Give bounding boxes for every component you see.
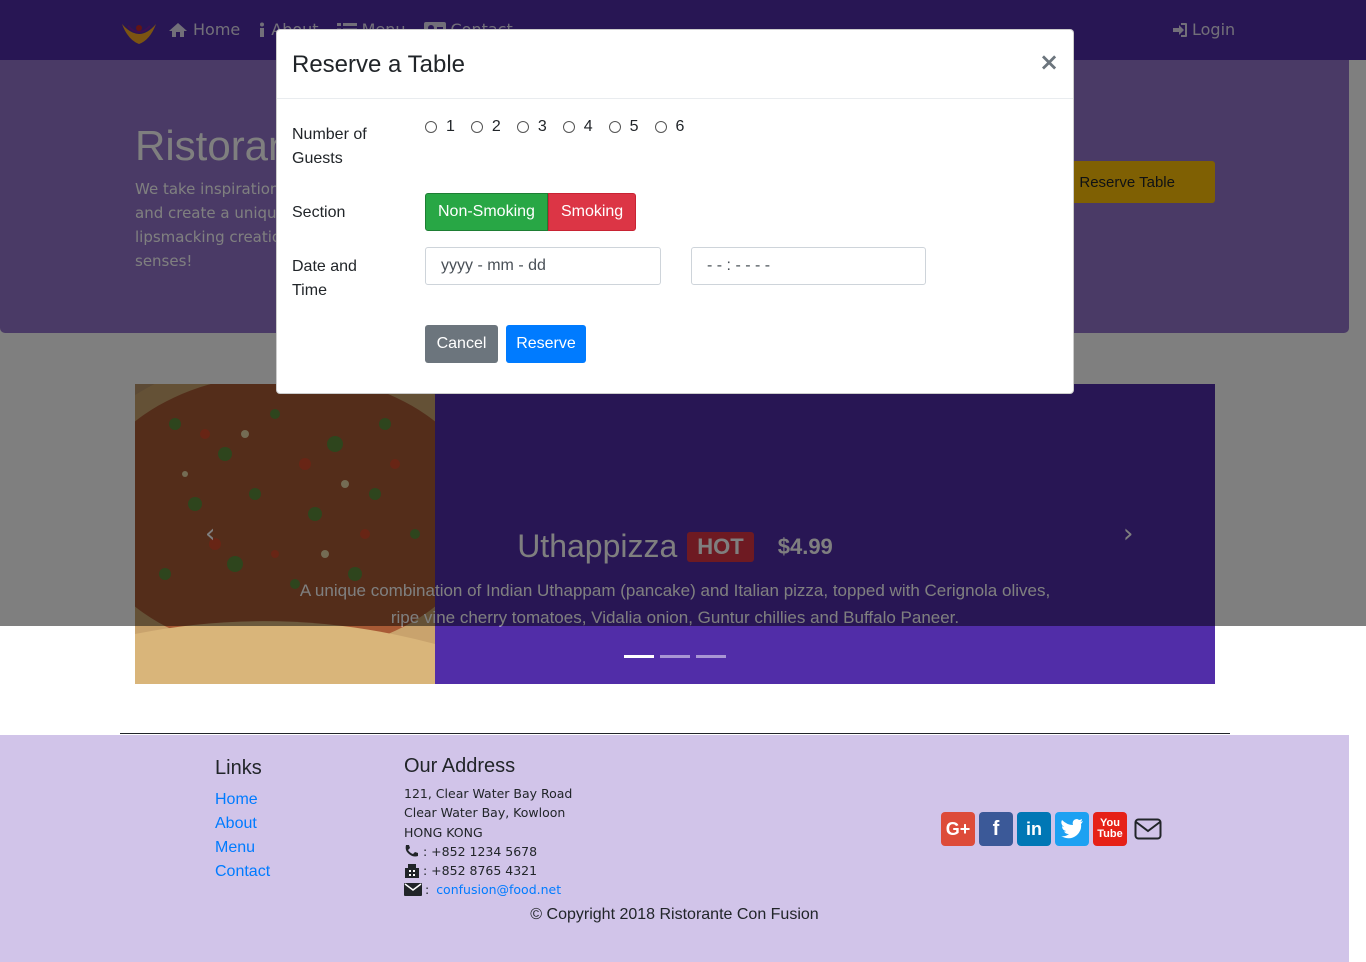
phone-icon xyxy=(405,845,418,857)
modal-header: Reserve a Table × xyxy=(277,30,1073,99)
datetime-label: Date and Time xyxy=(292,258,357,299)
copyright: © Copyright 2018 Ristorante Con Fusion xyxy=(530,906,819,923)
address-heading: Our Address xyxy=(404,755,516,777)
carousel-indicator[interactable] xyxy=(696,655,726,658)
close-icon[interactable]: × xyxy=(1039,48,1059,76)
facebook-icon[interactable]: f xyxy=(979,812,1013,846)
guests-option[interactable]: 5 xyxy=(608,118,639,136)
twitter-icon[interactable] xyxy=(1055,812,1089,846)
phone-number: : +852 1234 5678 xyxy=(423,843,538,859)
fax-line: : +852 8765 4321 xyxy=(404,861,572,880)
modal-title: Reserve a Table xyxy=(292,51,465,78)
footer: Links Home About Menu Contact Our Addres… xyxy=(0,735,1349,962)
guests-option[interactable]: 3 xyxy=(516,118,547,136)
mail-icon[interactable] xyxy=(1131,812,1165,846)
fax-number: : +852 8765 4321 xyxy=(423,863,538,879)
footer-link-about[interactable]: About xyxy=(215,812,270,836)
address-line: Clear Water Bay, Kowloon xyxy=(404,805,566,821)
guests-option[interactable]: 4 xyxy=(562,118,593,136)
footer-divider xyxy=(120,733,1230,734)
phone-line: : +852 1234 5678 xyxy=(404,842,572,861)
social-links: G+ f in You Tube xyxy=(941,812,1165,846)
google-plus-icon[interactable]: G+ xyxy=(941,812,975,846)
footer-links: Links Home About Menu Contact xyxy=(215,757,270,884)
footer-address: Our Address 121, Clear Water Bay Road Cl… xyxy=(404,755,573,899)
guests-option[interactable]: 6 xyxy=(654,118,684,136)
reserve-button[interactable]: Reserve xyxy=(506,325,586,363)
email-link[interactable]: confusion@food.net xyxy=(436,880,561,899)
section-label: Section xyxy=(292,204,346,221)
address-line: HONG KONG xyxy=(404,824,483,840)
footer-link-contact[interactable]: Contact xyxy=(215,860,270,884)
linkedin-icon[interactable]: in xyxy=(1017,812,1051,846)
section-toggle: Non-Smoking Smoking xyxy=(425,193,637,231)
reserve-modal: Reserve a Table × Number of Guests 1 2 3… xyxy=(276,29,1074,394)
smoking-button[interactable]: Smoking xyxy=(547,193,637,231)
footer-link-menu[interactable]: Menu xyxy=(215,836,270,860)
carousel-indicator[interactable] xyxy=(624,655,654,658)
email-line: : confusion@food.net xyxy=(404,880,572,899)
links-heading: Links xyxy=(215,757,262,779)
date-input[interactable]: yyyy - mm - dd xyxy=(425,247,661,285)
guests-label: Number of Guests xyxy=(292,126,367,167)
cancel-button[interactable]: Cancel xyxy=(425,325,498,363)
non-smoking-button[interactable]: Non-Smoking xyxy=(425,193,548,231)
carousel-indicator[interactable] xyxy=(660,655,690,658)
address-line: 121, Clear Water Bay Road xyxy=(404,786,573,802)
guests-option[interactable]: 2 xyxy=(470,118,501,136)
guests-radio-group: 1 2 3 4 5 6 xyxy=(425,118,700,136)
youtube-icon[interactable]: You Tube xyxy=(1093,812,1127,846)
footer-link-home[interactable]: Home xyxy=(215,788,270,812)
fax-icon xyxy=(405,863,419,878)
envelope-icon xyxy=(404,883,422,897)
carousel-indicators xyxy=(624,655,726,658)
guests-option[interactable]: 1 xyxy=(425,118,455,136)
time-input[interactable]: - - : - - - - xyxy=(691,247,926,285)
